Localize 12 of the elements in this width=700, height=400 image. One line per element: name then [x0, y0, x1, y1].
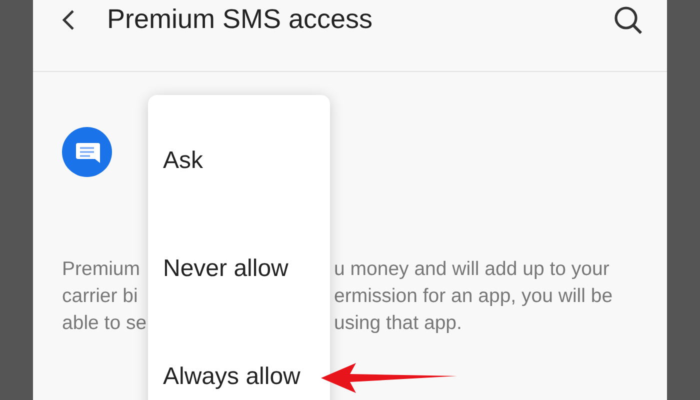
- description-text: Premium: [62, 257, 140, 282]
- description-text: ermission for an app, you will be: [334, 284, 613, 309]
- screen-title: Premium SMS access: [107, 4, 374, 35]
- messages-app-icon: [62, 127, 112, 177]
- menu-item[interactable]: Always allow: [148, 358, 330, 400]
- description-text: carrier bi: [62, 284, 138, 309]
- search-icon[interactable]: [613, 4, 643, 34]
- description-text: able to se: [62, 311, 147, 336]
- description-text: using that app.: [334, 311, 462, 336]
- description-text: u money and will add up to your: [334, 257, 610, 282]
- menu-item[interactable]: Ask: [148, 142, 330, 250]
- menu-item[interactable]: Never allow: [148, 250, 330, 358]
